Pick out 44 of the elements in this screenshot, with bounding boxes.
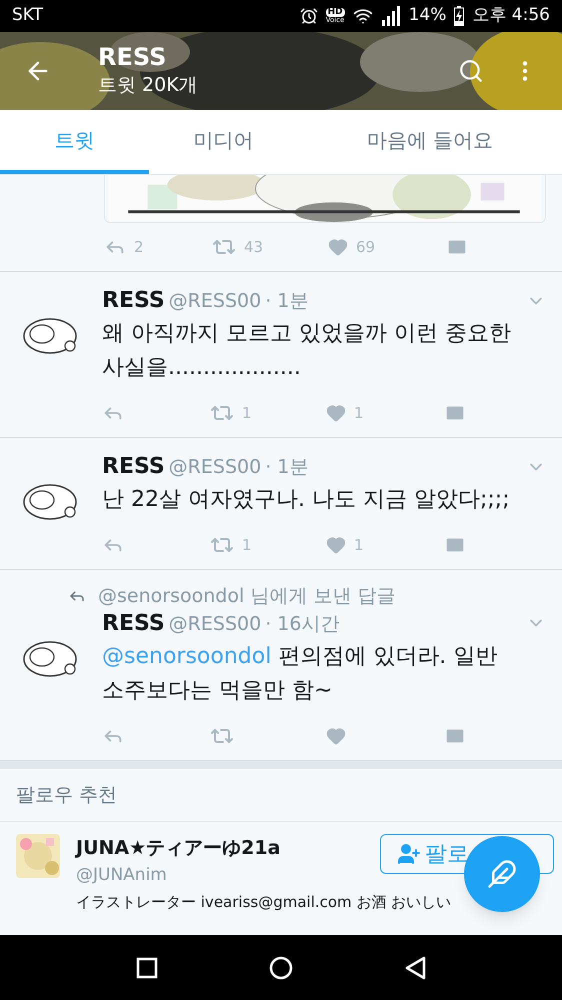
user-handle: @RESS00 [168, 455, 262, 480]
feather-icon [487, 859, 517, 889]
tweet-time: · 1분 [265, 289, 308, 314]
like-count: 69 [356, 236, 376, 258]
clock-time: 오후 4:56 [472, 4, 550, 28]
heart-icon[interactable] [326, 535, 346, 555]
tweet-count: 트윗 20K개 [98, 73, 199, 98]
reply-context: @senorsoondol 님에게 보낸 답글 [98, 584, 396, 609]
tweet-text: 난 22살 여자였구나. 나도 지금 알았다;;;; [102, 486, 511, 514]
tweet-text: @senorsoondol 편의점에 있더라. 일반 소주보다는 먹을만 함~ [102, 642, 498, 704]
user-name: RESS [102, 453, 165, 481]
recents-icon[interactable] [136, 956, 158, 978]
signal-icon [380, 6, 401, 26]
retweet-count: 1 [242, 534, 252, 556]
like-count: 1 [354, 402, 364, 424]
search-icon[interactable] [458, 58, 484, 84]
user-plus-icon [397, 842, 421, 866]
tweet-time: · 16시간 [265, 612, 340, 636]
home-icon[interactable] [268, 956, 293, 980]
tab[interactable]: 미디어 [149, 110, 298, 174]
tweet-text: 왜 아직까지 모르고 있었을까 이런 중요한 사실을................... [102, 320, 512, 382]
user-name: RESS [102, 610, 165, 638]
reply-count: 2 [134, 236, 144, 258]
user-name: RESS [102, 287, 165, 315]
heart-icon[interactable] [326, 726, 346, 746]
battery-charging-icon [454, 6, 464, 26]
heart-icon[interactable] [328, 237, 348, 257]
tweet-time: · 1분 [265, 455, 308, 480]
tab[interactable]: 마음에 들어요 [298, 110, 562, 174]
section-title: 팔로우 추천 [16, 784, 118, 806]
back-icon[interactable] [404, 956, 426, 980]
user-name: JUNA★ティアーゆ21a [76, 836, 282, 861]
user-handle: @RESS00 [168, 289, 262, 314]
heart-icon[interactable] [326, 403, 346, 423]
retweet-count: 1 [242, 402, 252, 424]
retweet-count: 43 [244, 236, 264, 258]
carrier-name: SKT [12, 4, 44, 28]
profile-name: RESS [98, 43, 168, 71]
user-handle: @JUNAnim [76, 864, 168, 886]
alarm-icon [300, 7, 318, 25]
user-bio: イラストレーター iveariss@gmail.com お酒 おいしい [76, 892, 452, 912]
battery-percent: 14% [408, 4, 446, 28]
like-count: 1 [354, 534, 364, 556]
user-handle: @RESS00 [168, 612, 262, 636]
